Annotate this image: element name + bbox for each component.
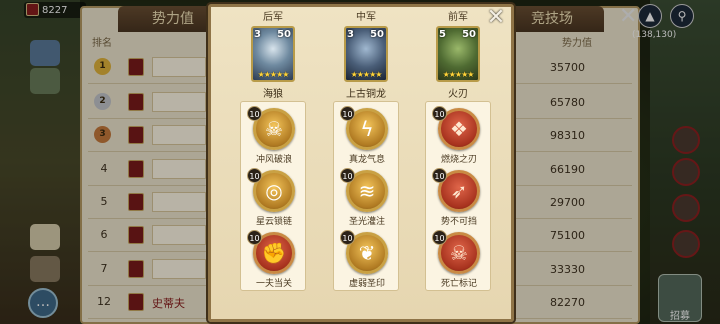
skill-item[interactable]: ❦ 10 虚弱圣印: [334, 230, 400, 292]
skill-level-badge: 10: [340, 106, 355, 121]
hero-tier: 3: [347, 29, 354, 40]
skill-level-badge: 10: [340, 168, 355, 183]
skill-level-badge: 10: [432, 106, 447, 121]
skill-name: 冲风破浪: [255, 155, 292, 165]
skill-item[interactable]: ϟ 10 真龙气息: [334, 106, 400, 168]
skill-list: ☠ 10 冲风破浪 ◎ 10 星云锁链 ✊ 10 一夫当关: [240, 101, 306, 291]
skill-name: 势不可挡: [440, 217, 477, 227]
skill-item[interactable]: ✊ 10 一夫当关: [241, 230, 307, 292]
skill-item[interactable]: ➶ 10 势不可挡: [426, 168, 492, 230]
skill-list: ❖ 10 燃烧之刃 ➶ 10 势不可挡 ☠ 10 死亡标记: [425, 101, 491, 291]
skill-name: 燃烧之刃: [440, 155, 477, 165]
skill-item[interactable]: ☠ 10 冲风破浪: [241, 106, 307, 168]
skill-item[interactable]: ◎ 10 星云锁链: [241, 168, 307, 230]
skill-name: 真龙气息: [348, 155, 385, 165]
hero-stars-icon: ★★★★★: [350, 70, 383, 79]
hero-level: 50: [277, 29, 291, 40]
skill-level-badge: 10: [432, 230, 447, 245]
hero-name: 火刃: [448, 89, 468, 100]
hero-tier: 5: [439, 29, 446, 40]
hero-level: 50: [370, 29, 384, 40]
skill-level-badge: 10: [247, 230, 262, 245]
hero-card[interactable]: 3 50 ★★★★★: [251, 26, 295, 82]
skill-item[interactable]: ☠ 10 死亡标记: [426, 230, 492, 292]
skill-level-badge: 10: [340, 230, 355, 245]
skill-item[interactable]: ≋ 10 圣光灌注: [334, 168, 400, 230]
formation-column: 前军 5 50 ★★★★★ 火刃 ❖ 10 燃烧之刃 ➶ 10 势不可挡 ☠ 1…: [417, 8, 499, 291]
hero-card[interactable]: 5 50 ★★★★★: [436, 26, 480, 82]
formation-column: 后军 3 50 ★★★★★ 海狼 ☠ 10 冲风破浪 ◎ 10 星云锁链 ✊ 1…: [232, 8, 314, 291]
formation-column: 中军 3 50 ★★★★★ 上古铜龙 ϟ 10 真龙气息 ≋ 10 圣光灌注 ❦…: [325, 8, 407, 291]
skill-level-badge: 10: [432, 168, 447, 183]
position-label: 前军: [448, 12, 468, 23]
skill-list: ϟ 10 真龙气息 ≋ 10 圣光灌注 ❦ 10 虚弱圣印: [333, 101, 399, 291]
skill-name: 星云锁链: [255, 217, 292, 227]
hero-tier: 3: [254, 29, 261, 40]
hero-name: 上古铜龙: [346, 89, 386, 100]
hero-name: 海狼: [263, 89, 283, 100]
skill-level-badge: 10: [247, 168, 262, 183]
skill-level-badge: 10: [247, 106, 262, 121]
skill-name: 圣光灌注: [348, 217, 385, 227]
skill-item[interactable]: ❖ 10 燃烧之刃: [426, 106, 492, 168]
position-label: 中军: [356, 12, 376, 23]
skill-name: 一夫当关: [255, 279, 292, 289]
hero-stars-icon: ★★★★★: [257, 70, 290, 79]
skill-name: 虚弱圣印: [348, 279, 385, 289]
position-label: 后军: [263, 12, 283, 23]
hero-stars-icon: ★★★★★: [442, 70, 475, 79]
skill-name: 死亡标记: [440, 279, 477, 289]
hero-card[interactable]: 3 50 ★★★★★: [344, 26, 388, 82]
hero-level: 50: [462, 29, 476, 40]
